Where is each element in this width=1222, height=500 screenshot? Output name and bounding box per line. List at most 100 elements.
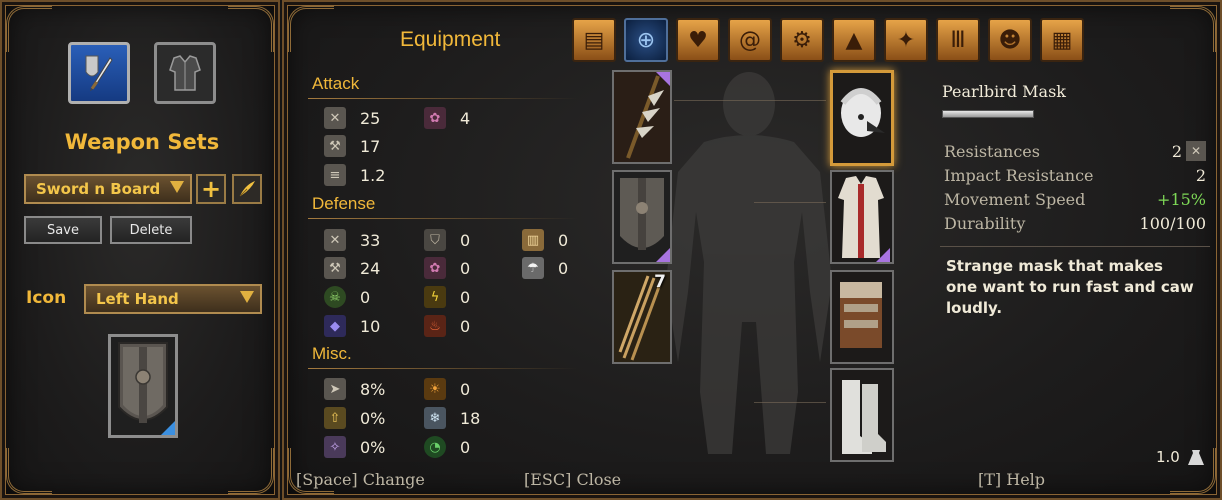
stat-attack-speed: ≡ 1.2 — [324, 163, 385, 187]
weight-value: 1.0 — [1156, 448, 1180, 466]
fire-resist-icon: ♨ — [424, 315, 446, 337]
add-set-button[interactable]: + — [196, 174, 226, 204]
frame-corner — [1170, 6, 1216, 52]
section-divider — [308, 98, 578, 99]
physical-damage-icon: ✕ — [324, 107, 346, 129]
section-divider — [308, 218, 578, 219]
pearlbird-mask-item-icon — [833, 73, 891, 163]
item-rarity-bar — [942, 110, 1034, 118]
shield-item-icon — [111, 337, 175, 435]
heart-icon: ♥ — [688, 27, 708, 53]
frame-corner — [288, 6, 334, 52]
icon-preview — [108, 334, 178, 438]
stat-value: 0 — [558, 258, 569, 278]
stat-cold: ❄ 18 — [424, 406, 480, 430]
physical-resist-icon: ✕ — [1186, 141, 1206, 161]
feet-slot[interactable] — [830, 368, 894, 462]
corruption-resist-icon: ☠ — [324, 286, 346, 308]
stat-value: 17 — [360, 136, 381, 156]
stat-mana-cost: ✧ 0% — [324, 435, 385, 459]
sword-shield-icon — [85, 55, 113, 92]
heat-icon: ☀ — [424, 378, 446, 400]
detail-value: 2 ✕ — [1172, 141, 1206, 161]
slot-connector — [674, 100, 826, 101]
icon-dropdown[interactable]: Left Hand — [84, 284, 262, 314]
head-slot[interactable] — [830, 70, 894, 166]
tab-character[interactable]: ☻ — [988, 18, 1032, 62]
stat-movement: ➤ 8% — [324, 377, 385, 401]
stat-stamina-cost: ⇧ 0% — [324, 406, 385, 430]
stat-value: 10 — [360, 316, 381, 336]
chest-slot[interactable] — [830, 170, 894, 264]
detail-row-durability: Durability 100/100 — [944, 212, 1206, 234]
detail-label: Impact Resistance — [944, 165, 1094, 185]
item-name: Pearlbird Mask — [942, 82, 1066, 101]
stat-value: 33 — [360, 230, 381, 250]
main-hand-slot[interactable] — [612, 70, 672, 164]
shield-item-icon — [614, 172, 670, 262]
stat-impact: ⚒ 17 — [324, 134, 380, 158]
stat-heat: ☀ 0 — [424, 377, 470, 401]
tab-effects[interactable]: @ — [728, 18, 772, 62]
page-title: Equipment — [400, 28, 501, 51]
stat-value: 0 — [460, 258, 471, 278]
quiver-slot[interactable]: 7 — [612, 270, 672, 364]
stat-corruption-resist: ☠ 0 — [324, 285, 370, 309]
tab-journal[interactable]: ▦ — [1040, 18, 1084, 62]
hint-help[interactable]: [T] Help — [978, 470, 1045, 489]
detail-value: 2 — [1195, 165, 1206, 185]
stat-ethereal-resist: ◆ 10 — [324, 314, 380, 338]
detail-value: 100/100 — [1139, 213, 1206, 233]
off-hand-slot[interactable] — [612, 170, 672, 264]
weapon-sets-title: Weapon Sets — [64, 130, 220, 154]
detail-row-movement-speed: Movement Speed +15% — [944, 188, 1206, 210]
detail-row-resistances: Resistances 2 ✕ — [944, 140, 1206, 162]
backpack-slot[interactable] — [830, 270, 894, 364]
stat-decay-damage: ✿ 4 — [424, 106, 470, 130]
misc-section-title: Misc. — [312, 344, 352, 363]
character-icon: ☻ — [998, 27, 1022, 53]
lightning-resist-icon: ϟ — [424, 286, 446, 308]
item-description: Strange mask that makes one want to run … — [946, 257, 1194, 317]
tab-equipment[interactable]: ⊕ — [624, 18, 668, 62]
detail-label: Durability — [944, 213, 1026, 233]
armor-set-tab[interactable] — [154, 42, 216, 104]
impact-resist-icon: ⚒ — [324, 257, 346, 279]
camp-icon: ▲ — [845, 27, 863, 53]
barrier-icon: ▥ — [522, 229, 544, 251]
section-divider — [940, 246, 1210, 247]
tab-health[interactable]: ♥ — [676, 18, 720, 62]
stat-value: 8% — [360, 379, 386, 399]
weapon-set-dropdown[interactable]: Sword n Board — [24, 174, 192, 204]
skills-icon: ✦ — [896, 27, 916, 53]
frame-corner — [6, 448, 52, 494]
item-weight: 1.0 — [1156, 448, 1206, 466]
stat-physical-damage: ✕ 25 — [324, 106, 380, 130]
tab-inventory[interactable]: ▤ — [572, 18, 616, 62]
tab-skills[interactable]: ✦ — [884, 18, 928, 62]
tab-quests[interactable]: Ⅲ — [936, 18, 980, 62]
chevron-down-icon — [240, 291, 254, 303]
boots-item-icon — [832, 370, 890, 460]
slot-connector — [754, 202, 826, 203]
robe-item-icon — [832, 172, 890, 262]
crafting-icon: ⚙ — [792, 27, 812, 53]
stat-value: 0% — [360, 408, 386, 428]
tab-camp[interactable]: ▲ — [832, 18, 876, 62]
weapon-set-tab[interactable] — [68, 42, 130, 104]
stat-cooldown: ◔ 0 — [424, 435, 470, 459]
cold-icon: ❄ — [424, 407, 446, 429]
rename-set-button[interactable] — [232, 174, 262, 204]
stat-value: 1.2 — [360, 165, 386, 185]
tab-crafting[interactable]: ⚙ — [780, 18, 824, 62]
hint-change: [Space] Change — [296, 470, 425, 489]
delete-button[interactable]: Delete — [110, 216, 192, 244]
save-button[interactable]: Save — [24, 216, 102, 244]
journal-icon: ▦ — [1051, 27, 1073, 53]
frame-corner — [228, 448, 274, 494]
quill-icon — [239, 181, 255, 197]
plus-icon: + — [200, 175, 222, 203]
physical-resist-icon: ✕ — [324, 229, 346, 251]
hint-close[interactable]: [ESC] Close — [524, 470, 621, 489]
ethereal-resist-icon: ◆ — [324, 315, 346, 337]
